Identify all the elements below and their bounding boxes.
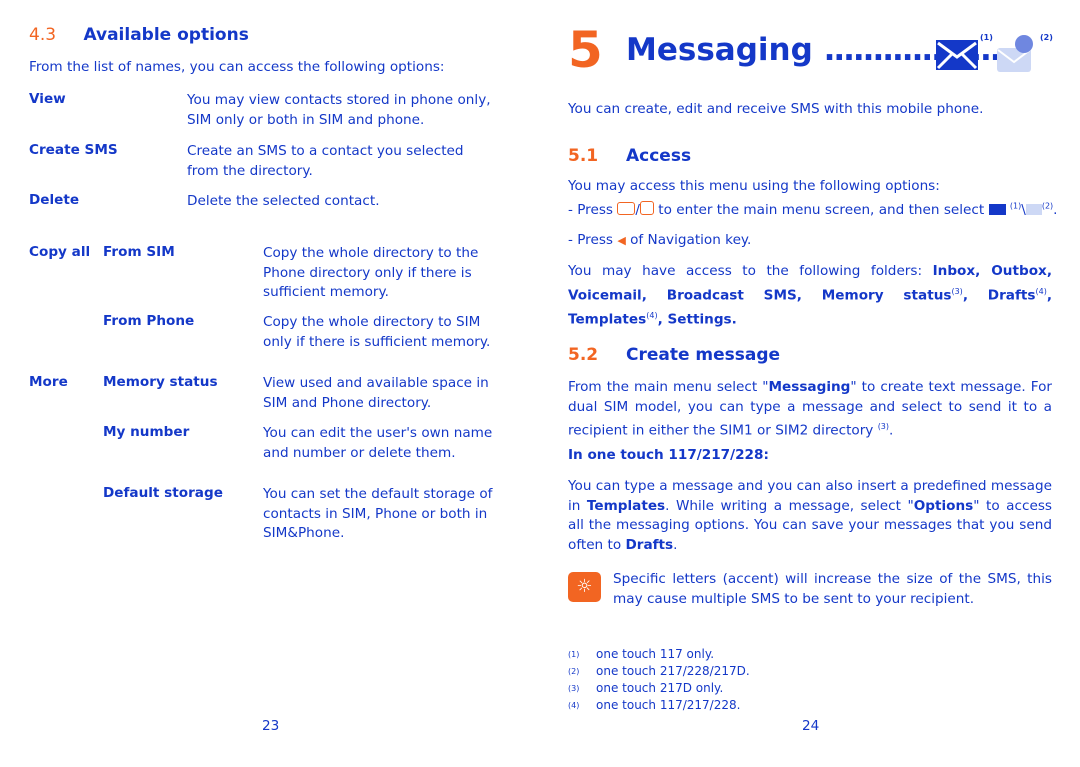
suboption-desc: View used and available space in SIM and… [263,375,489,411]
option-label: Create SMS [29,142,118,158]
option-label: Delete [29,192,80,208]
menu-key-icon [617,202,636,215]
create-paragraph: From the main menu select "Messaging" to… [568,379,1052,439]
footnote: (2) one touch 217/228/217D. [568,664,750,678]
suboption-desc: You can edit the user's own name and num… [263,425,493,461]
envelope-icon [936,40,978,70]
footnote: (3) one touch 217D only. [568,681,724,695]
footnote: (1) one touch 117 only. [568,647,715,661]
section-heading: 5.2 Create message [568,345,781,365]
envelope-icon [988,204,1006,215]
section-heading: 5.1 Access [568,146,692,166]
section-title: Available options [83,25,249,45]
footnotes: (1) one touch 117 only. (2) one touch 217/… [568,646,750,714]
footnote-ref: (1) [980,33,993,42]
suboption-desc: Copy the whole directory to the Phone di… [263,245,479,300]
suboption-label: My number [103,424,190,440]
lightbulb-tip-icon: ☼ [568,572,601,602]
suboption-label: From Phone [103,313,195,329]
envelope-chat-icon [1025,204,1042,215]
option-desc: Create an SMS to a contact you selected … [187,143,464,179]
access-intro: You may access this menu using the follo… [568,178,940,194]
suboption-desc: Copy the whole directory to SIM only if … [263,314,491,350]
page-number: 23 [262,718,280,734]
option-desc: You may view contacts stored in phone on… [187,92,491,128]
option-label: More [29,374,68,390]
model-heading: In one touch 117/217/228: [568,447,769,463]
envelope-chat-icon [997,35,1033,72]
suboption-label: Default storage [103,485,223,501]
access-step-1: - Press / to enter the main menu screen,… [568,201,1058,218]
folders-text: You may have access to the following fol… [568,263,1052,328]
option-desc: Delete the selected contact. [187,193,380,209]
footnote-ref: (2) [1040,33,1053,42]
ok-key-icon [639,201,654,215]
section-number: 4.3 [29,25,57,45]
chapter-heading: 5 Messaging .................. [568,20,1002,80]
footnote: (4) one touch 117/217/228. [568,698,741,712]
chapter-number: 5 [568,21,603,79]
page-number: 24 [802,718,820,734]
section-heading: 4.3 Available options [29,25,249,45]
suboption-label: From SIM [103,244,175,260]
access-step-2: - Press ◀ of Navigation key. [568,232,752,248]
suboption-label: Memory status [103,374,218,390]
intro-text: From the list of names, you can access t… [29,59,445,75]
suboption-desc: You can set the default storage of conta… [263,486,493,541]
left-arrow-icon: ◀ [617,234,626,247]
tip-text: Specific letters (accent) will increase … [613,571,1052,607]
templates-paragraph: You can type a message and you can also … [568,478,1052,553]
option-label: View [29,91,66,107]
option-label: Copy all [29,244,91,260]
chapter-intro: You can create, edit and receive SMS wit… [568,101,984,117]
